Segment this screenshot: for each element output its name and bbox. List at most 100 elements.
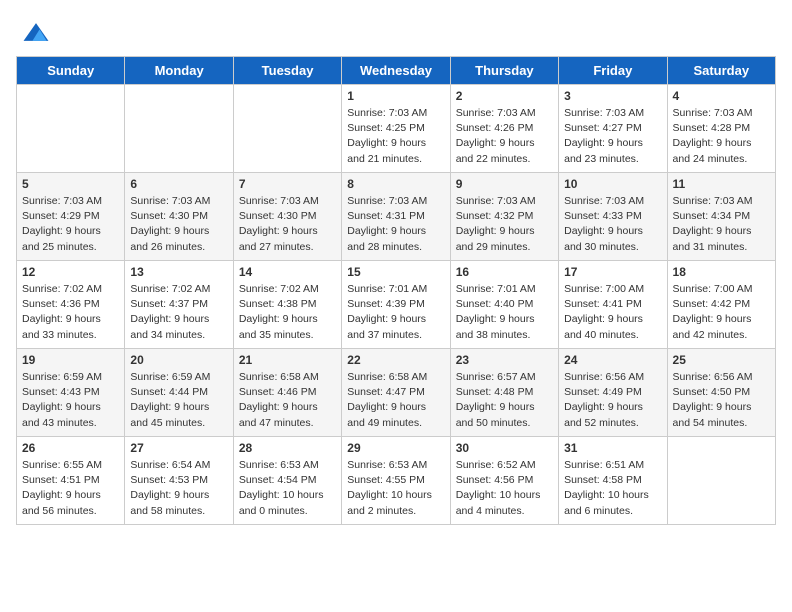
day-info: Sunrise: 6:57 AMSunset: 4:48 PMDaylight:… [456,370,553,431]
day-number: 3 [564,89,661,103]
calendar-cell: 23 Sunrise: 6:57 AMSunset: 4:48 PMDayligh… [450,349,558,437]
day-info: Sunrise: 7:03 AMSunset: 4:29 PMDaylight:… [22,194,119,255]
calendar-cell: 28 Sunrise: 6:53 AMSunset: 4:54 PMDayligh… [233,437,341,525]
day-number: 10 [564,177,661,191]
day-info: Sunrise: 6:54 AMSunset: 4:53 PMDaylight:… [130,458,227,519]
day-number: 8 [347,177,444,191]
day-info: Sunrise: 7:01 AMSunset: 4:40 PMDaylight:… [456,282,553,343]
calendar-cell: 19 Sunrise: 6:59 AMSunset: 4:43 PMDayligh… [17,349,125,437]
week-row: 1 Sunrise: 7:03 AMSunset: 4:25 PMDaylight… [17,85,776,173]
week-row: 26Sunrise: 6:55 AMSunset: 4:51 PMDayligh… [17,437,776,525]
day-of-week-header: Saturday [667,57,775,85]
day-info: Sunrise: 6:59 AMSunset: 4:43 PMDaylight:… [22,370,119,431]
calendar-cell: 7Sunrise: 7:03 AMSunset: 4:30 PMDaylight… [233,173,341,261]
calendar-cell: 22Sunrise: 6:58 AMSunset: 4:47 PMDayligh… [342,349,450,437]
calendar-cell: 20 Sunrise: 6:59 AMSunset: 4:44 PMDayligh… [125,349,233,437]
day-number: 22 [347,353,444,367]
calendar-cell: 16 Sunrise: 7:01 AMSunset: 4:40 PMDayligh… [450,261,558,349]
calendar-cell: 8Sunrise: 7:03 AMSunset: 4:31 PMDaylight… [342,173,450,261]
day-info: Sunrise: 6:56 AMSunset: 4:49 PMDaylight:… [564,370,661,431]
calendar-cell [667,437,775,525]
calendar-cell: 6Sunrise: 7:03 AMSunset: 4:30 PMDaylight… [125,173,233,261]
day-info: Sunrise: 7:02 AMSunset: 4:37 PMDaylight:… [130,282,227,343]
calendar-cell: 30 Sunrise: 6:52 AMSunset: 4:56 PMDayligh… [450,437,558,525]
calendar-cell: 26Sunrise: 6:55 AMSunset: 4:51 PMDayligh… [17,437,125,525]
days-of-week-row: SundayMondayTuesdayWednesdayThursdayFrid… [17,57,776,85]
day-info: Sunrise: 6:59 AMSunset: 4:44 PMDaylight:… [130,370,227,431]
week-row: 5 Sunrise: 7:03 AMSunset: 4:29 PMDaylight… [17,173,776,261]
day-number: 31 [564,441,661,455]
calendar: SundayMondayTuesdayWednesdayThursdayFrid… [16,56,776,525]
day-info: Sunrise: 6:51 AMSunset: 4:58 PMDaylight:… [564,458,661,519]
day-info: Sunrise: 7:03 AMSunset: 4:26 PMDaylight:… [456,106,553,167]
calendar-cell: 21 Sunrise: 6:58 AMSunset: 4:46 PMDayligh… [233,349,341,437]
calendar-cell: 25 Sunrise: 6:56 AMSunset: 4:50 PMDayligh… [667,349,775,437]
day-number: 28 [239,441,336,455]
day-number: 26 [22,441,119,455]
calendar-cell: 1 Sunrise: 7:03 AMSunset: 4:25 PMDaylight… [342,85,450,173]
day-info: Sunrise: 7:01 AMSunset: 4:39 PMDaylight:… [347,282,444,343]
day-number: 12 [22,265,119,279]
day-info: Sunrise: 7:00 AMSunset: 4:42 PMDaylight:… [673,282,770,343]
day-info: Sunrise: 6:52 AMSunset: 4:56 PMDaylight:… [456,458,553,519]
day-number: 15 [347,265,444,279]
week-row: 19 Sunrise: 6:59 AMSunset: 4:43 PMDayligh… [17,349,776,437]
day-number: 18 [673,265,770,279]
logo [16,16,52,48]
calendar-cell: 3 Sunrise: 7:03 AMSunset: 4:27 PMDaylight… [559,85,667,173]
calendar-cell: 18 Sunrise: 7:00 AMSunset: 4:42 PMDayligh… [667,261,775,349]
calendar-cell: 13Sunrise: 7:02 AMSunset: 4:37 PMDayligh… [125,261,233,349]
calendar-cell: 17Sunrise: 7:00 AMSunset: 4:41 PMDayligh… [559,261,667,349]
day-number: 17 [564,265,661,279]
calendar-cell [17,85,125,173]
logo-icon [20,16,52,48]
day-info: Sunrise: 7:02 AMSunset: 4:38 PMDaylight:… [239,282,336,343]
day-number: 4 [673,89,770,103]
day-info: Sunrise: 6:53 AMSunset: 4:55 PMDaylight:… [347,458,444,519]
day-number: 21 [239,353,336,367]
day-info: Sunrise: 6:53 AMSunset: 4:54 PMDaylight:… [239,458,336,519]
day-number: 5 [22,177,119,191]
day-info: Sunrise: 6:58 AMSunset: 4:46 PMDaylight:… [239,370,336,431]
calendar-cell: 27 Sunrise: 6:54 AMSunset: 4:53 PMDayligh… [125,437,233,525]
day-number: 11 [673,177,770,191]
day-info: Sunrise: 7:02 AMSunset: 4:36 PMDaylight:… [22,282,119,343]
day-info: Sunrise: 7:03 AMSunset: 4:34 PMDaylight:… [673,194,770,255]
day-of-week-header: Friday [559,57,667,85]
day-number: 1 [347,89,444,103]
day-info: Sunrise: 6:56 AMSunset: 4:50 PMDaylight:… [673,370,770,431]
day-number: 14 [239,265,336,279]
day-number: 2 [456,89,553,103]
day-of-week-header: Monday [125,57,233,85]
day-number: 19 [22,353,119,367]
day-number: 16 [456,265,553,279]
day-number: 30 [456,441,553,455]
calendar-header: SundayMondayTuesdayWednesdayThursdayFrid… [17,57,776,85]
day-info: Sunrise: 7:03 AMSunset: 4:28 PMDaylight:… [673,106,770,167]
week-row: 12 Sunrise: 7:02 AMSunset: 4:36 PMDayligh… [17,261,776,349]
day-info: Sunrise: 7:03 AMSunset: 4:33 PMDaylight:… [564,194,661,255]
calendar-cell: 31 Sunrise: 6:51 AMSunset: 4:58 PMDayligh… [559,437,667,525]
day-info: Sunrise: 7:03 AMSunset: 4:27 PMDaylight:… [564,106,661,167]
calendar-cell: 11 Sunrise: 7:03 AMSunset: 4:34 PMDayligh… [667,173,775,261]
calendar-cell: 10 Sunrise: 7:03 AMSunset: 4:33 PMDayligh… [559,173,667,261]
day-number: 24 [564,353,661,367]
calendar-cell: 4 Sunrise: 7:03 AMSunset: 4:28 PMDaylight… [667,85,775,173]
calendar-cell: 2 Sunrise: 7:03 AMSunset: 4:26 PMDaylight… [450,85,558,173]
calendar-cell: 24 Sunrise: 6:56 AMSunset: 4:49 PMDayligh… [559,349,667,437]
calendar-cell: 14 Sunrise: 7:02 AMSunset: 4:38 PMDayligh… [233,261,341,349]
calendar-cell: 5 Sunrise: 7:03 AMSunset: 4:29 PMDaylight… [17,173,125,261]
day-number: 27 [130,441,227,455]
day-number: 25 [673,353,770,367]
day-info: Sunrise: 7:03 AMSunset: 4:32 PMDaylight:… [456,194,553,255]
day-number: 20 [130,353,227,367]
calendar-cell: 12 Sunrise: 7:02 AMSunset: 4:36 PMDayligh… [17,261,125,349]
day-number: 23 [456,353,553,367]
day-number: 9 [456,177,553,191]
calendar-cell: 29 Sunrise: 6:53 AMSunset: 4:55 PMDayligh… [342,437,450,525]
page: SundayMondayTuesdayWednesdayThursdayFrid… [0,0,792,541]
day-number: 6 [130,177,227,191]
day-info: Sunrise: 7:03 AMSunset: 4:25 PMDaylight:… [347,106,444,167]
day-number: 29 [347,441,444,455]
calendar-cell: 9 Sunrise: 7:03 AMSunset: 4:32 PMDaylight… [450,173,558,261]
